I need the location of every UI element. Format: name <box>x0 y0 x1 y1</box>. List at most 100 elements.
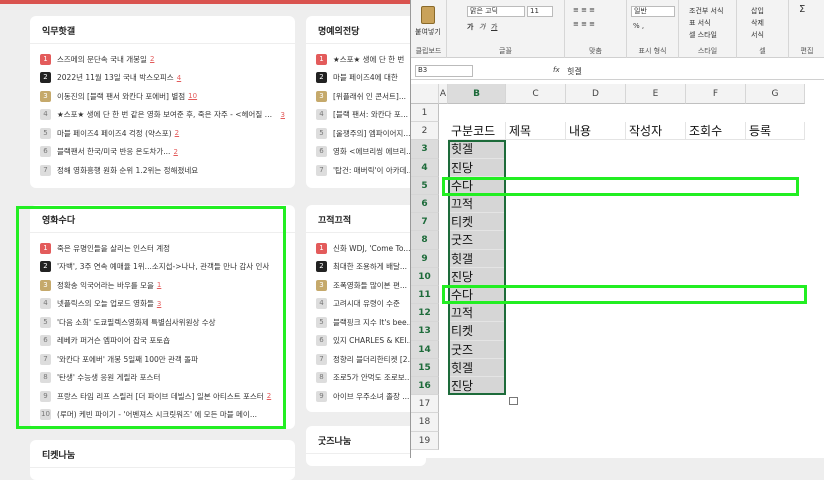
row-header-9[interactable]: 9 <box>411 249 439 268</box>
row-header-2[interactable]: 2 <box>411 122 439 141</box>
list-item[interactable]: 3 이동진의 [블랙 팬서 와칸다 포에버] 별점 10 <box>40 87 285 106</box>
font-size-select[interactable]: 11 <box>527 6 553 17</box>
item-title[interactable]: 조폭영화들 많이본 편... <box>333 280 407 291</box>
list-item[interactable]: 6 영화 <에브리씽 에브리... <box>316 143 416 162</box>
formula-input[interactable]: 힛겔 <box>567 66 582 77</box>
list-item[interactable]: 6 블랙팬서 한국/미국 반응 온도차가... 2 <box>40 143 285 162</box>
item-title[interactable]: ★스포★ 생에 단 한 번 같은 영화 보여준 후, 죽은 자주 - <헤어질 … <box>57 109 278 120</box>
item-title[interactable]: 고려시대 유령이 수준 <box>333 298 400 309</box>
row-header-10[interactable]: 10 <box>411 267 439 286</box>
item-title[interactable]: 스즈메의 문단속 국내 개봉일 <box>57 54 147 65</box>
list-item[interactable]: 2 2022년 11월 13일 국내 박스오피스 4 <box>40 69 285 88</box>
item-title[interactable]: 아이브 우주소녀 졸장 ... <box>333 391 409 402</box>
bold-button[interactable]: 가 <box>467 22 473 32</box>
list-item[interactable]: 8 조로5가 안먹도 조로보... <box>316 369 416 388</box>
item-title[interactable]: 신화 WDJ, 'Come To... <box>333 243 410 254</box>
item-title[interactable]: 마블 페이즈4 페이즈4 걱정 (약스포) <box>57 128 172 139</box>
item-title[interactable]: 블랙핑크 지수 It's bee... <box>333 317 414 328</box>
list-item[interactable]: 3 조폭영화들 많이본 편... <box>316 276 416 295</box>
header-cell[interactable]: 내용 <box>566 122 626 141</box>
column-header-c[interactable]: C <box>506 84 566 104</box>
row-header-6[interactable]: 6 <box>411 195 439 214</box>
delete-button[interactable]: 삭제 <box>751 18 764 28</box>
name-box[interactable]: B3 <box>415 65 473 77</box>
row-header-15[interactable]: 15 <box>411 358 439 377</box>
item-title[interactable]: 2022년 11월 13일 국내 박스오피스 <box>57 72 174 83</box>
number-format-select[interactable]: 일반 <box>631 6 675 17</box>
list-item[interactable]: 1 스즈메의 문단속 국내 개봉일 2 <box>40 50 285 69</box>
row-header-18[interactable]: 18 <box>411 413 439 432</box>
list-item[interactable]: 1 ★스포★ 생에 단 한 번 <box>316 50 416 69</box>
row-header-1[interactable]: 1 <box>411 104 439 123</box>
item-title[interactable]: 블랙팬서 한국/미국 반응 온도차가... <box>57 146 170 157</box>
list-item[interactable]: 6 있지 CHARLES & KEI... <box>316 332 416 351</box>
list-item[interactable]: 1 신화 WDJ, 'Come To... <box>316 239 416 258</box>
item-title[interactable]: [블랙 팬서: 와칸다 포... <box>333 109 408 120</box>
quick-analysis-icon[interactable] <box>509 397 518 406</box>
list-item[interactable]: 4 [블랙 팬서: 와칸다 포... <box>316 106 416 125</box>
insert-button[interactable]: 삽입 <box>751 6 764 16</box>
list-item[interactable]: 4 고려시대 유령이 수준 <box>316 295 416 314</box>
row-header-13[interactable]: 13 <box>411 322 439 341</box>
header-cell[interactable]: 작성자 <box>626 122 686 141</box>
format-button[interactable]: 서식 <box>751 30 764 40</box>
align-icon[interactable]: ≡ ≡ ≡ <box>573 6 595 14</box>
underline-button[interactable]: 가 <box>491 22 497 32</box>
row-header-5[interactable]: 5 <box>411 176 439 195</box>
select-all-corner[interactable] <box>411 84 439 104</box>
item-title[interactable]: 마블 페이즈4에 대한 <box>333 72 398 83</box>
list-item[interactable]: 9 아이브 우주소녀 졸장 ... <box>316 387 416 406</box>
item-title[interactable]: [위플래쉬 인 콘서트]... <box>333 91 406 102</box>
column-header-e[interactable]: E <box>626 84 686 104</box>
column-header-b[interactable]: B <box>448 84 506 104</box>
row-header-19[interactable]: 19 <box>411 431 439 450</box>
table-format-button[interactable]: 표 서식 <box>689 18 711 28</box>
item-title[interactable]: 정향리 블더리한티켓 [2... <box>333 354 415 365</box>
list-item[interactable]: 7 정해 영화흥행 원화 순위 1.2위는 정해졌네요 <box>40 161 285 180</box>
list-item[interactable]: 3 [위플래쉬 인 콘서트]... <box>316 87 416 106</box>
column-header-f[interactable]: F <box>686 84 746 104</box>
item-title[interactable]: ★스포★ 생에 단 한 번 <box>333 54 404 65</box>
row-header-14[interactable]: 14 <box>411 340 439 359</box>
header-cell[interactable]: 제목 <box>506 122 566 141</box>
paste-icon[interactable] <box>421 6 435 24</box>
list-item[interactable]: 7 '탑건: 매버릭'이 아카데... <box>316 161 416 180</box>
row-header-8[interactable]: 8 <box>411 231 439 250</box>
column-header-d[interactable]: D <box>566 84 626 104</box>
cond-format-button[interactable]: 조건부 서식 <box>689 6 723 16</box>
item-title[interactable]: 최대한 조용하게 배달... <box>333 261 407 272</box>
align-icon[interactable]: ≡ ≡ ≡ <box>573 20 595 28</box>
item-title[interactable]: 이동진의 [블랙 팬서 와칸다 포에버] 별점 <box>57 91 185 102</box>
row-header-7[interactable]: 7 <box>411 213 439 232</box>
row-header-3[interactable]: 3 <box>411 140 439 159</box>
row-header-16[interactable]: 16 <box>411 377 439 396</box>
list-item[interactable]: 4 ★스포★ 생에 단 한 번 같은 영화 보여준 후, 죽은 자주 - <헤어질… <box>40 106 285 125</box>
row-header-12[interactable]: 12 <box>411 304 439 323</box>
list-item[interactable]: 5 [울쟁주의] 엠파이어지... <box>316 124 416 143</box>
item-title[interactable]: 조로5가 안먹도 조로보... <box>333 372 412 383</box>
row-header-11[interactable]: 11 <box>411 286 439 305</box>
list-item[interactable]: 2 마블 페이즈4에 대한 <box>316 69 416 88</box>
cell-style-button[interactable]: 셀 스타일 <box>689 30 717 40</box>
header-cell[interactable]: 조회수 <box>686 122 746 141</box>
item-title[interactable]: 영화 <에브리씽 에브리... <box>333 146 413 157</box>
sum-icon[interactable]: Σ <box>799 4 805 15</box>
italic-button[interactable]: 가 <box>479 22 485 32</box>
header-cell[interactable]: 구분코드 <box>448 122 506 141</box>
item-title[interactable]: [울쟁주의] 엠파이어지... <box>333 128 411 139</box>
list-item[interactable]: 7 정향리 블더리한티켓 [2... <box>316 350 416 369</box>
row-header-17[interactable]: 17 <box>411 395 439 414</box>
font-name-select[interactable]: 맑은 고딕 <box>467 6 525 17</box>
list-item[interactable]: 5 블랙핑크 지수 It's bee... <box>316 313 416 332</box>
column-header-a[interactable]: A <box>439 84 448 104</box>
row-header-4[interactable]: 4 <box>411 158 439 177</box>
percent-icon[interactable]: % , <box>633 22 644 30</box>
list-item[interactable]: 5 마블 페이즈4 페이즈4 걱정 (약스포) 2 <box>40 124 285 143</box>
paste-button[interactable]: 붙여넣기 <box>415 27 441 37</box>
list-item[interactable]: 2 최대한 조용하게 배달... <box>316 258 416 277</box>
item-title[interactable]: 정해 영화흥행 원화 순위 1.2위는 정해졌네요 <box>57 165 198 176</box>
header-cell[interactable]: 등록 <box>746 122 805 141</box>
column-header-g[interactable]: G <box>746 84 805 104</box>
item-title[interactable]: '탑건: 매버릭'이 아카데... <box>333 165 414 176</box>
item-title[interactable]: 있지 CHARLES & KEI... <box>333 335 414 346</box>
